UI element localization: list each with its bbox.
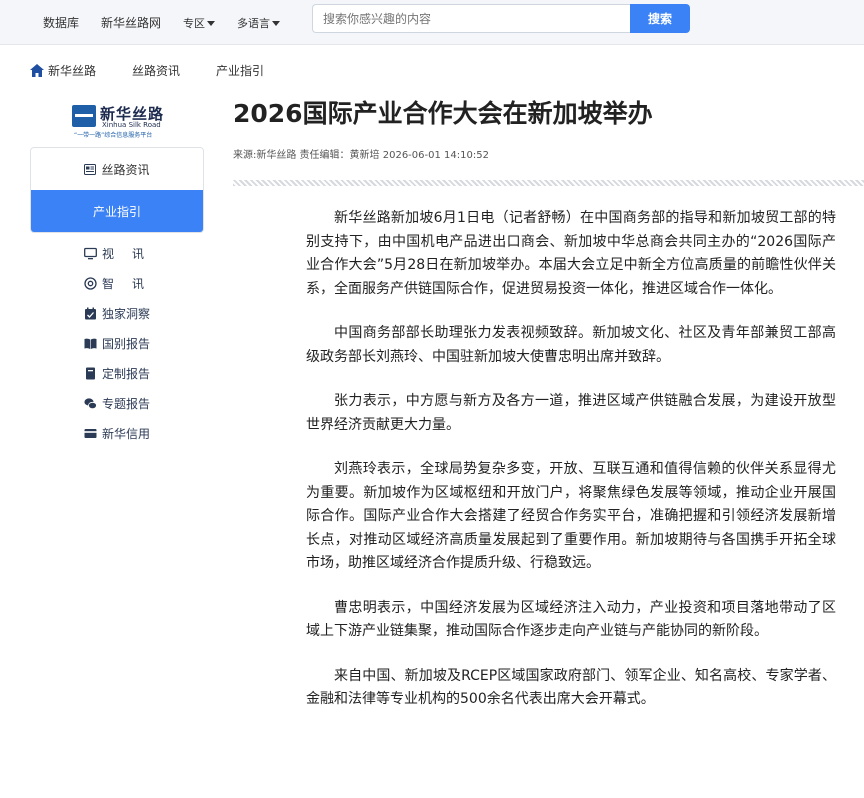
sidebar-item-label: 智讯: [102, 276, 163, 291]
breadcrumb: 新华丝路 丝路资讯 产业指引: [30, 61, 300, 79]
breadcrumb-home-label: 新华丝路: [48, 63, 97, 78]
sidebar-item-exclusive-insight[interactable]: 独家洞察: [84, 298, 204, 328]
open-book-icon: [84, 338, 97, 349]
sidebar-item-country-reports[interactable]: 国别报告: [84, 328, 204, 358]
logo-badge: [72, 105, 96, 127]
sidebar-item-label: 专题报告: [102, 396, 151, 411]
article-meta: 来源:新华丝路 责任编辑：黄新培 2026-06-01 14:10:52: [233, 150, 489, 161]
sidebar-list: 视讯 智讯 独家洞察 国别报告 定制报告 专题报告 新华信用: [84, 238, 204, 448]
article-paragraph: 张力表示，中方愿与新方及各方一道，推进区域产供链融合发展，为建设开放型世界经济贡…: [306, 393, 836, 433]
article-paragraph: 来自中国、新加坡及RCEP区域国家政府部门、领军企业、知名高校、专家学者、金融和…: [306, 667, 836, 708]
monitor-icon: [84, 247, 97, 259]
nav-language-dropdown[interactable]: 多语言: [237, 15, 281, 31]
caret-down-icon: [207, 21, 216, 26]
article-body: 新华丝路新加坡6月1日电（记者舒畅）在中国商务部的指导和新加坡贸工部的特别支持下…: [306, 207, 836, 733]
article-paragraph: 刘燕玲表示，全球局势复杂多变，开放、互联互通和值得信赖的伙伴关系显得尤为重要。新…: [306, 461, 836, 571]
search-input[interactable]: [312, 4, 630, 33]
sidebar-item-label: 独家洞察: [102, 306, 151, 321]
logo-subtitle: “一带一路”综合信息服务平台: [74, 132, 153, 139]
home-icon: [30, 63, 44, 77]
sidebar-item-label: 视讯: [102, 246, 163, 261]
tab-silkroad-news[interactable]: 丝路资讯: [31, 148, 203, 190]
nav-xinhua-silkroad-link[interactable]: 新华丝路网: [101, 14, 161, 31]
sidebar-item-video[interactable]: 视讯: [84, 238, 204, 268]
article-title: 2026国际产业合作大会在新加坡举办: [233, 99, 653, 128]
sidebar-item-label: 定制报告: [102, 366, 151, 381]
breadcrumb-home[interactable]: 新华丝路: [30, 62, 96, 79]
tab-industry-guide-label: 产业指引: [92, 205, 141, 219]
nav-database-link[interactable]: 数据库: [43, 14, 79, 31]
sidebar-item-topic-reports[interactable]: 专题报告: [84, 388, 204, 418]
article-paragraph: 新华丝路新加坡6月1日电（记者舒畅）在中国商务部的指导和新加坡贸工部的特别支持下…: [306, 210, 836, 297]
sidebar-item-intel[interactable]: 智讯: [84, 268, 204, 298]
tab-industry-guide[interactable]: 产业指引: [31, 190, 203, 232]
nav-language-label: 多语言: [237, 16, 271, 30]
nav-zone-label: 专区: [183, 16, 206, 30]
nav-zone-dropdown[interactable]: 专区: [183, 15, 216, 31]
at-sign-icon: [84, 276, 97, 290]
breadcrumb-industry-guide[interactable]: 产业指引: [216, 62, 264, 79]
top-nav: 数据库 新华丝路网 专区 多语言: [43, 0, 302, 45]
newspaper-icon: [84, 163, 97, 175]
divider: [233, 180, 864, 186]
sidebar-tabs: 丝路资讯 产业指引: [30, 147, 204, 233]
calendar-check-icon: [85, 307, 96, 319]
tab-silkroad-news-label: 丝路资讯: [101, 162, 150, 177]
sidebar-item-label: 新华信用: [102, 426, 151, 441]
article-paragraph: 曹忠明表示，中国经济发展为区域经济注入动力，产业投资和项目落地带动了区域上下游产…: [306, 599, 836, 640]
breadcrumb-silkroad-news[interactable]: 丝路资讯: [132, 62, 180, 79]
article-paragraph: 中国商务部部长助理张力发表视频致辞。新加坡文化、社区及青年部兼贸工部高级政务部长…: [306, 325, 836, 365]
logo-english: Xinhua Silk Road: [102, 121, 161, 129]
sidebar-item-xinhua-credit[interactable]: 新华信用: [84, 418, 204, 448]
site-logo[interactable]: 新华丝路 Xinhua Silk Road “一带一路”综合信息服务平台: [72, 103, 172, 139]
search-button[interactable]: 搜索: [630, 4, 690, 33]
sidebar-item-label: 国别报告: [102, 336, 151, 351]
book-icon: [86, 367, 95, 379]
top-bar: 数据库 新华丝路网 专区 多语言 搜索: [0, 0, 864, 45]
credit-card-icon: [84, 428, 97, 438]
sidebar-item-custom-reports[interactable]: 定制报告: [84, 358, 204, 388]
caret-down-icon: [272, 21, 281, 26]
comments-icon: [84, 397, 97, 409]
